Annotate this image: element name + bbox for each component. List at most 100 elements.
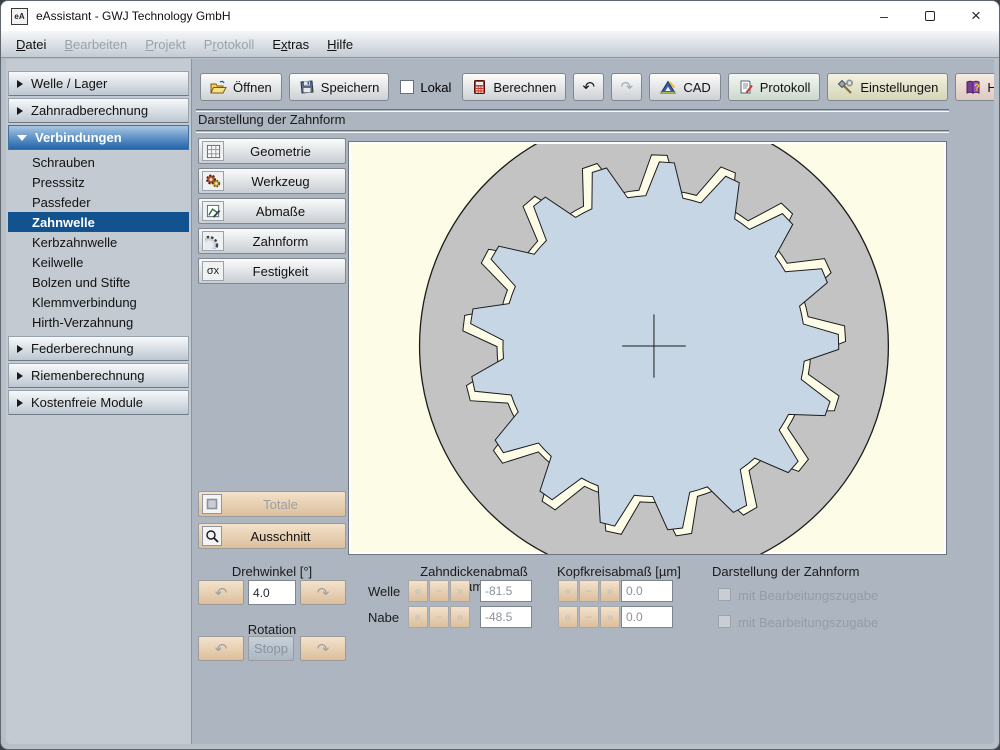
sidebar-item-kerbzahnwelle[interactable]: Kerbzahnwelle [8,232,189,252]
hub-allowance-input[interactable] [480,606,532,628]
sidebar-item-hirth-verzahnung[interactable]: Hirth-Verzahnung [8,312,189,332]
collapsed-triangle-icon [17,371,23,380]
tooth-form-canvas[interactable] [348,141,947,555]
sidebar-item-keilwelle[interactable]: Keilwelle [8,252,189,272]
chevron-left-icon: « [414,610,422,624]
sidebar-section-verbindungen[interactable]: Verbindungen [8,125,189,150]
chevron-left-icon: « [564,584,572,598]
sidebar-item-klemmverbindung[interactable]: Klemmverbindung [8,292,189,312]
total-view-button: Totale [198,491,346,517]
spin-ccw-button[interactable]: ↶ [198,636,244,661]
sidebar-section-kostenfreie-module[interactable]: Kostenfreie Module [8,390,189,415]
magnifier-icon [202,526,222,546]
angle-label: Drehwinkel [°] [231,564,313,579]
geometry-button[interactable]: Geometrie [198,138,346,164]
chevron-right-icon: » [606,584,614,598]
redo-button: ↷ [611,73,643,101]
undo-button[interactable]: ↶ [573,73,605,101]
sidebar-section-federberechnung[interactable]: Federberechnung [8,336,189,361]
sidebar-item-schrauben[interactable]: Schrauben [8,152,189,172]
machining-allowance-checkbox-1 [718,588,731,601]
minus-icon: − [585,610,593,624]
menu-protokoll: Protokoll [203,36,255,52]
local-checkbox[interactable] [400,80,415,94]
minus-icon: − [435,610,443,624]
cad-set-square-icon [660,80,677,94]
redo-icon: ↷ [620,78,634,96]
tip-shaft-step-down-button: « [558,580,578,602]
spin-cw-button[interactable]: ↷ [300,636,346,661]
maximize-icon [925,11,935,21]
hub-row-label: Nabe [368,610,400,625]
menu-bearbeiten: Bearbeiten [64,36,128,52]
menu-extras[interactable]: Extras [263,31,318,57]
cad-button[interactable]: CAD [649,73,721,101]
allowances-button[interactable]: Abmaße [198,198,346,224]
minimize-icon: – [880,8,888,24]
protocol-button[interactable]: Protokoll [727,73,821,101]
sidebar-item-presssitz[interactable]: Presssitz [8,172,189,192]
settings-button[interactable]: Einstellungen [827,73,949,101]
rotate-ccw-button[interactable]: ↶ [198,580,244,605]
sidebar-item-bolzen-und-stifte[interactable]: Bolzen und Stifte [8,272,189,292]
menu-hilfe[interactable]: Hilfe [318,31,362,57]
stop-button: Stopp [248,636,294,661]
tools-hammer-icon [838,79,854,94]
square-icon [202,494,222,514]
sigma-icon: σx [202,261,224,281]
machining-allowance-label-2: mit Bearbeitungszugabe [738,615,879,630]
close-icon: × [971,6,981,25]
sidebar-section-welle-lager[interactable]: Welle / Lager [8,71,189,96]
shaft-step-down-button: « [408,580,428,602]
tool-button[interactable]: Werkzeug [198,168,346,194]
tip-shaft-input[interactable] [621,580,673,602]
verbindungen-items: Schrauben Presssitz Passfeder Zahnwelle … [6,152,191,332]
shaft-allowance-input[interactable] [480,580,532,602]
tip-hub-input[interactable] [621,606,673,628]
tip-circle-label: Kopfkreisabmaß [µm] [557,564,681,579]
shaft-step-up-button: » [450,580,470,602]
main-panel: Öffnen Speichern Lokal Berechnen ↶ ↷ CAD… [192,59,994,744]
chevron-left-icon: « [414,584,422,598]
hub-step-reset-button: − [429,606,449,628]
shaft-step-reset-button: − [429,580,449,602]
angle-input[interactable] [248,580,296,605]
sidebar-item-zahnwelle[interactable]: Zahnwelle [8,212,189,232]
local-label: Lokal [420,79,452,95]
menu-datei[interactable]: Datei [7,31,55,57]
collapsed-triangle-icon [17,398,23,407]
minus-icon: − [435,584,443,598]
tip-shaft-step-reset-button: − [579,580,599,602]
expanded-triangle-icon [17,134,27,141]
close-button[interactable]: × [953,1,999,31]
machining-allowance-label-1: mit Bearbeitungszugabe [738,588,879,603]
open-button[interactable]: Öffnen [200,73,282,101]
minimize-button[interactable]: – [861,1,907,31]
rotate-cw-button[interactable]: ↷ [300,580,346,605]
chevron-right-icon: » [456,610,464,624]
tip-hub-step-reset-button: − [579,606,599,628]
detail-view-button[interactable]: Ausschnitt [198,523,346,549]
menu-projekt: Projekt [145,36,186,52]
divider [196,130,949,133]
calculate-button[interactable]: Berechnen [462,73,567,101]
strength-button[interactable]: σx Festigkeit [198,258,346,284]
chevron-right-icon: » [606,610,614,624]
hub-step-up-button: » [450,606,470,628]
sidebar-item-passfeder[interactable]: Passfeder [8,192,189,212]
tooth-form-button[interactable]: Zahnform [198,228,346,254]
maximize-button[interactable] [907,1,953,31]
undo-icon: ↶ [582,78,596,96]
help-button[interactable]: ? Hilfe [955,73,994,101]
toolbar: Öffnen Speichern Lokal Berechnen ↶ ↷ CAD… [200,73,994,101]
minus-icon: − [585,584,593,598]
rotation-label: Rotation [247,622,297,637]
rotate-cw-icon: ↷ [316,640,330,658]
window-controls: – × [861,1,999,31]
menu-bar: Datei Bearbeiten Projekt Protokoll Extra… [1,31,999,58]
sidebar-section-riemenberechnung[interactable]: Riemenberechnung [8,363,189,388]
sidebar-section-zahnradberechnung[interactable]: Zahnradberechnung [8,98,189,123]
collapsed-triangle-icon [17,106,23,115]
save-button[interactable]: Speichern [288,73,390,101]
help-book-icon: ? [966,80,980,94]
